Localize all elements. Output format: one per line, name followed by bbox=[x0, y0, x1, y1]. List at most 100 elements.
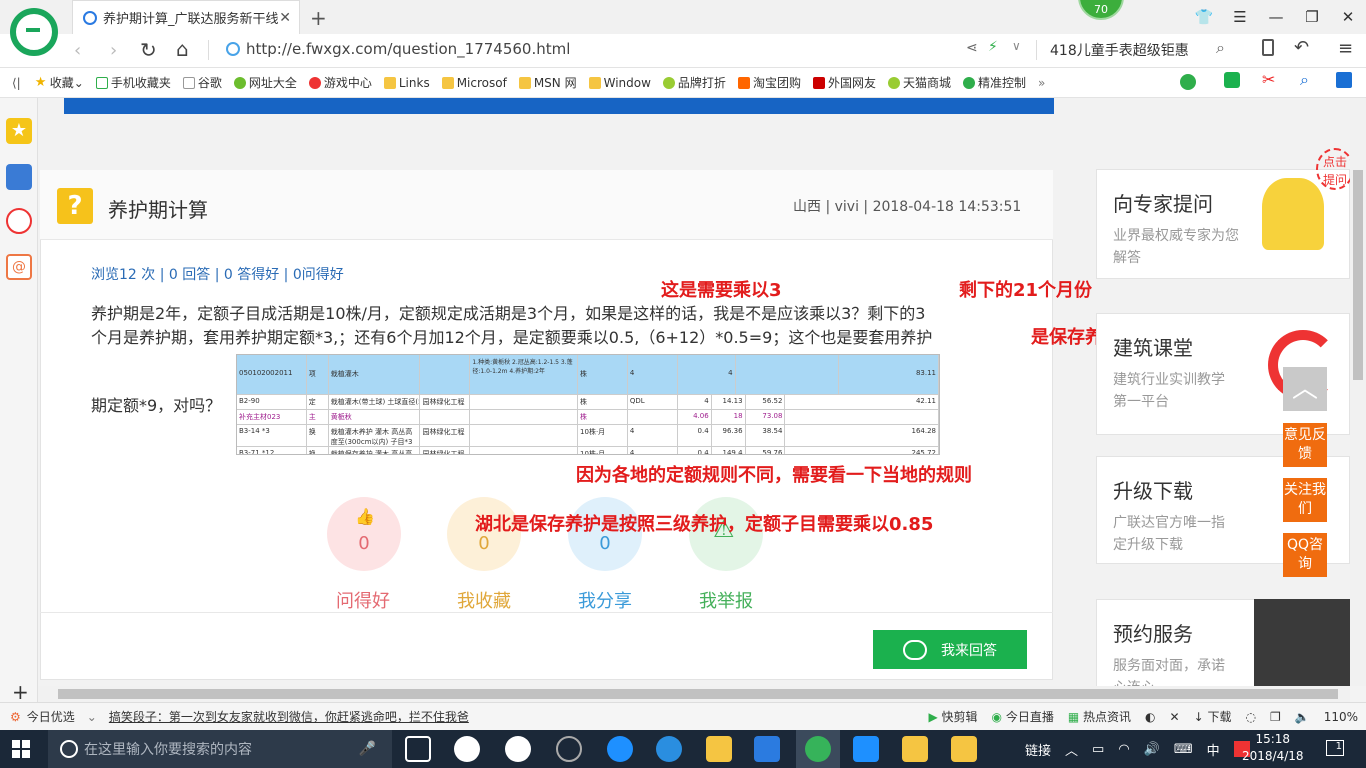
bookmark-item[interactable]: 天猫商城 bbox=[887, 74, 951, 91]
bookmark-item[interactable]: 淘宝团购 bbox=[737, 74, 801, 91]
search-input[interactable]: 418儿童手表超级钜惠 bbox=[1050, 40, 1189, 60]
favorites-star-icon[interactable]: ★ bbox=[6, 118, 32, 144]
list-icon[interactable] bbox=[6, 164, 32, 190]
spiral-app-icon[interactable] bbox=[556, 736, 582, 762]
bookmark-item[interactable]: MSN 网 bbox=[518, 74, 577, 91]
tray-links[interactable]: 链接 bbox=[1025, 740, 1051, 759]
quick-edit-item[interactable]: ▶ 快剪辑 bbox=[928, 708, 977, 725]
undo-icon[interactable]: ↶ bbox=[1294, 37, 1309, 58]
back-to-top-button[interactable]: ︿ bbox=[1283, 367, 1327, 411]
like-button[interactable]: 👍 0 bbox=[327, 497, 401, 571]
share-icon[interactable]: ⋖ bbox=[966, 40, 978, 56]
question-stats[interactable]: 浏览12 次 | 0 回答 | 0 答得好 | 0问得好 bbox=[91, 264, 344, 284]
bookmarks-more-icon[interactable]: » bbox=[1038, 76, 1045, 90]
scissors-icon[interactable]: ✂ bbox=[1262, 70, 1275, 89]
volume-icon[interactable]: 🔈 bbox=[1295, 710, 1310, 724]
mascot-bubble[interactable]: 点击提问 bbox=[1316, 148, 1354, 190]
volume-icon[interactable]: 🔊 bbox=[1144, 742, 1160, 757]
bookmark-item[interactable]: 网址大全 bbox=[233, 74, 297, 91]
shirt-icon[interactable]: 👕 bbox=[1186, 0, 1222, 34]
chevron-down-icon[interactable]: ⌄ bbox=[87, 710, 97, 724]
pin-icon[interactable]: ✕ bbox=[1170, 710, 1180, 724]
task-view-icon[interactable] bbox=[405, 736, 431, 762]
bookmark-item[interactable]: 游戏中心 bbox=[308, 74, 372, 91]
tab-close-icon[interactable]: ✕ bbox=[279, 10, 291, 26]
edge-icon[interactable] bbox=[607, 736, 633, 762]
bookmark-item[interactable]: 精准控制 bbox=[962, 74, 1026, 91]
notification-icon[interactable]: 1 bbox=[1326, 740, 1344, 756]
follow-button[interactable]: 关注我们 bbox=[1283, 478, 1327, 522]
bookmark-item[interactable]: Links bbox=[383, 76, 430, 90]
share-label[interactable]: 我分享 bbox=[555, 587, 655, 613]
active-browser-icon[interactable] bbox=[805, 736, 831, 762]
vertical-scroll-thumb[interactable] bbox=[1353, 170, 1363, 380]
horizontal-scroll-thumb[interactable] bbox=[58, 689, 1338, 699]
tray-network-icon[interactable]: ▭ bbox=[1092, 742, 1104, 757]
chevron-down-icon[interactable]: ∨ bbox=[1012, 39, 1021, 53]
window-icon[interactable]: ❐ bbox=[1270, 710, 1281, 724]
help-app-icon[interactable] bbox=[951, 736, 977, 762]
mail-icon[interactable]: @ bbox=[6, 254, 32, 280]
wifi-icon[interactable]: ◠ bbox=[1118, 742, 1129, 757]
url-text: http://e.fwxgx.com/question_1774560.html bbox=[246, 40, 571, 58]
close-button[interactable]: ✕ bbox=[1330, 0, 1366, 34]
url-input[interactable]: http://e.fwxgx.com/question_1774560.html bbox=[226, 40, 570, 58]
tray-up-icon[interactable]: ︿ bbox=[1065, 740, 1078, 759]
notes-icon[interactable] bbox=[902, 736, 928, 762]
speed-icon[interactable]: ◐ bbox=[1145, 710, 1155, 724]
bookmark-item[interactable]: 外国网友 bbox=[812, 74, 876, 91]
report-label[interactable]: 我举报 bbox=[676, 587, 776, 613]
bookmark-item[interactable]: 品牌打折 bbox=[662, 74, 726, 91]
live-item[interactable]: ◉ 今日直播 bbox=[992, 708, 1054, 725]
bookmark-item[interactable]: ★ 收藏 ⌄ bbox=[35, 74, 84, 91]
download-item[interactable]: ↓ 下载 bbox=[1194, 708, 1232, 725]
minimize-button[interactable]: — bbox=[1258, 0, 1294, 34]
ime-indicator[interactable]: 中 bbox=[1207, 740, 1220, 759]
search-icon[interactable]: ⌕ bbox=[1216, 38, 1225, 58]
today-picks[interactable]: 今日优选 bbox=[27, 708, 75, 725]
browser-e-icon[interactable] bbox=[505, 736, 531, 762]
answer-button[interactable]: 我来回答 bbox=[873, 630, 1027, 669]
grid-icon[interactable] bbox=[1224, 72, 1240, 88]
new-tab-button[interactable]: + bbox=[310, 6, 327, 30]
menu-icon[interactable]: ☰ bbox=[1222, 0, 1258, 34]
taskbar-search-input[interactable]: 在这里输入你要搜索的内容 🎤 bbox=[48, 730, 392, 768]
back-icon[interactable]: ‹ bbox=[74, 40, 81, 61]
forward-icon[interactable]: › bbox=[110, 40, 117, 61]
like-label[interactable]: 问得好 bbox=[313, 587, 413, 613]
zoom-level[interactable]: 110% bbox=[1324, 710, 1358, 724]
file-explorer-icon[interactable] bbox=[706, 736, 732, 762]
bookmark-item[interactable]: Microsof bbox=[441, 76, 507, 90]
ie-icon[interactable] bbox=[656, 736, 682, 762]
keyboard-icon[interactable]: ⌨ bbox=[1174, 742, 1193, 757]
lightning-icon[interactable]: ⚡ bbox=[988, 39, 998, 55]
sidebar-toggle-icon[interactable]: ⟨| bbox=[12, 76, 21, 90]
feedback-button[interactable]: 意见反馈 bbox=[1283, 423, 1327, 467]
magnifier-icon[interactable]: ⌕ bbox=[1300, 70, 1309, 90]
microphone-icon[interactable]: 🎤 bbox=[359, 741, 376, 757]
pinwheel-icon[interactable] bbox=[454, 736, 480, 762]
glodon-g-icon[interactable] bbox=[754, 736, 780, 762]
bookmark-item[interactable]: Window bbox=[588, 76, 651, 90]
hot-news-item[interactable]: ▦ 热点资讯 bbox=[1068, 708, 1131, 725]
browser-logo-icon[interactable] bbox=[10, 8, 58, 56]
taskbar-clock[interactable]: 15:18 2018/4/18 bbox=[1242, 731, 1304, 765]
plus-app-icon[interactable] bbox=[853, 736, 879, 762]
browser-tab[interactable]: 养护期计算_广联达服务新干线 ✕ bbox=[72, 0, 300, 34]
bookmark-item[interactable]: 谷歌 bbox=[182, 74, 222, 91]
qq-consult-button[interactable]: QQ咨询 bbox=[1283, 533, 1327, 577]
more-menu-icon[interactable]: ≡ bbox=[1338, 38, 1353, 59]
news-ticker[interactable]: 搞笑段子：第一次到女友家就收到微信，你赶紧逃命吧，拦不住我爸 bbox=[109, 708, 469, 725]
money-icon[interactable] bbox=[1180, 74, 1196, 90]
maximize-button[interactable]: ❐ bbox=[1294, 0, 1330, 34]
tools-icon[interactable] bbox=[1336, 72, 1352, 88]
mobile-icon[interactable] bbox=[1262, 39, 1274, 56]
refresh-icon[interactable]: ↻ bbox=[140, 38, 157, 62]
bookmark-item[interactable]: 手机收藏夹 bbox=[95, 74, 171, 91]
favorite-label[interactable]: 我收藏 bbox=[434, 587, 534, 613]
windows-start-icon[interactable] bbox=[12, 740, 30, 758]
clean-icon[interactable]: ◌ bbox=[1245, 710, 1255, 724]
home-icon[interactable]: ⌂ bbox=[176, 37, 189, 61]
weibo-icon[interactable] bbox=[6, 208, 32, 234]
add-sidebar-icon[interactable]: + bbox=[12, 680, 29, 704]
